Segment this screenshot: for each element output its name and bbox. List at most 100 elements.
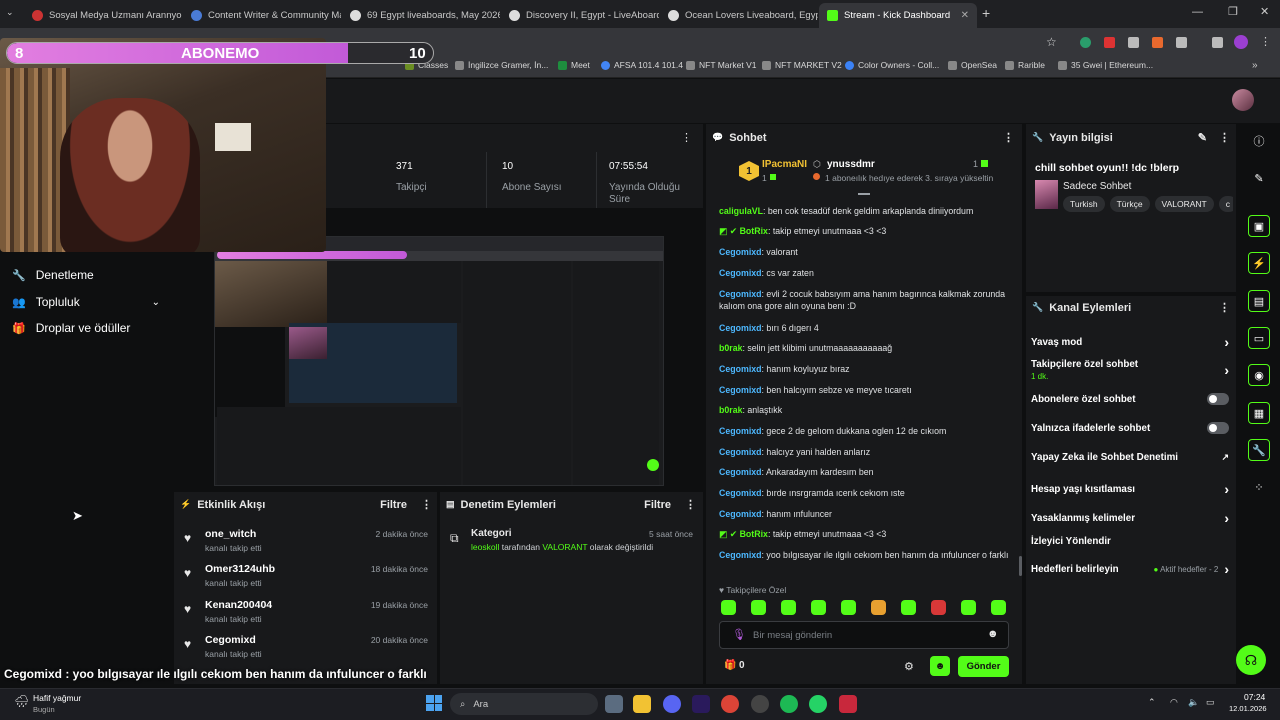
chat-username[interactable]: Cegomixd — [719, 426, 762, 436]
taskbar-search[interactable]: ⌕ Ara — [450, 693, 598, 715]
chat-username[interactable]: Cegomixd — [719, 550, 762, 560]
nav-item-drops[interactable]: 🎁 Droplar ve ödüller — [12, 318, 130, 338]
emote-icon[interactable] — [751, 600, 766, 615]
puzzle-icon[interactable] — [1176, 37, 1187, 48]
chat-username[interactable]: Cegomixd — [719, 385, 762, 395]
new-tab-icon[interactable]: + — [982, 5, 990, 21]
collapse-handle[interactable] — [858, 193, 870, 195]
ai-moderation-row[interactable]: Yapay Zeka ile Sohbet Denetimi ↗ — [1031, 452, 1229, 463]
edit-pencil-icon[interactable]: ✎ — [1248, 167, 1270, 189]
emote-icon[interactable] — [781, 600, 796, 615]
bookmark-item[interactable]: Rarible — [1005, 60, 1045, 70]
chat-icon[interactable]: ▭ — [1248, 327, 1270, 349]
filter-button[interactable]: Filtre — [644, 499, 671, 511]
extension-icon[interactable] — [1104, 37, 1115, 48]
volume-icon[interactable]: 🔈 — [1188, 697, 1199, 708]
camera-icon[interactable]: ▣ — [1248, 215, 1270, 237]
microphone-icon[interactable]: 🎙 — [732, 628, 746, 641]
emote-icon[interactable] — [841, 600, 856, 615]
filter-button[interactable]: Filtre — [380, 499, 407, 511]
tray-chevron-icon[interactable]: ⌃ — [1148, 697, 1156, 708]
tab-list-icon[interactable]: ⌄ — [6, 7, 14, 18]
tag[interactable]: c — [1218, 196, 1233, 212]
browser-tab[interactable]: Discovery II, Egypt - LiveAboard✕ — [501, 3, 659, 28]
chat-username[interactable]: Cegomixd — [719, 323, 762, 333]
chat-username[interactable]: b0rak — [719, 405, 742, 415]
slow-mode-row[interactable]: Yavaş mod › — [1031, 334, 1229, 350]
task-view-icon[interactable] — [605, 695, 623, 713]
windows-start-icon[interactable] — [426, 695, 442, 711]
spotify-icon[interactable] — [780, 695, 798, 713]
broadcast-icon[interactable]: ◉ — [1248, 364, 1270, 386]
chat-username[interactable]: b0rak — [719, 343, 742, 353]
menu-dots-icon[interactable]: ⋮ — [1260, 35, 1271, 48]
browser-tab[interactable]: Content Writer & Community Manager✕ — [183, 3, 341, 28]
restore-icon[interactable]: ❐ — [1228, 5, 1238, 18]
app-icon[interactable] — [839, 695, 857, 713]
extension-icon[interactable] — [1152, 37, 1163, 48]
chat-username[interactable]: BotRix — [740, 226, 768, 236]
chat-username[interactable]: Cegomixd — [719, 488, 762, 498]
chrome-icon[interactable] — [721, 695, 739, 713]
lightning-icon[interactable]: ⚡ — [1248, 252, 1270, 274]
nav-item-moderation[interactable]: 🔧 Denetleme — [12, 265, 94, 285]
tag[interactable]: VALORANT — [1154, 196, 1214, 212]
emote-icon[interactable] — [931, 600, 946, 615]
bookmark-item[interactable]: OpenSea — [948, 60, 997, 70]
stats-menu-icon[interactable]: ⋮ — [681, 131, 692, 144]
emote-icon[interactable] — [721, 600, 736, 615]
more-bookmarks-icon[interactable]: » — [1252, 60, 1258, 71]
browser-tab-active[interactable]: Stream - Kick Dashboard ✕ — [819, 3, 977, 28]
followers-only-row[interactable]: Takipçilere özel sohbet 1 dk. › — [1031, 359, 1229, 381]
emote-icon[interactable] — [961, 600, 976, 615]
bookmark-item[interactable]: 35 Gwei | Ethereum... — [1058, 60, 1153, 70]
minimize-icon[interactable]: — — [1192, 6, 1203, 18]
emote-icon[interactable] — [901, 600, 916, 615]
bookmark-item[interactable]: Meet — [558, 60, 590, 70]
emote-icon[interactable] — [811, 600, 826, 615]
chat-username[interactable]: Cegomixd — [719, 289, 762, 299]
bot-icon[interactable]: ☻ — [930, 656, 950, 676]
layers-icon[interactable]: ▦ — [1248, 402, 1270, 424]
emote-only-toggle[interactable] — [1207, 422, 1229, 434]
raid-row[interactable]: İzleyici Yönlendir — [1031, 536, 1229, 547]
chat-username[interactable]: caligulaVL — [719, 206, 763, 216]
leader-name[interactable]: IPacmaNI — [762, 159, 807, 170]
chat-username[interactable]: Cegomixd — [719, 467, 762, 477]
premiere-icon[interactable] — [692, 695, 710, 713]
subscribers-only-toggle[interactable] — [1207, 393, 1229, 405]
menu-dots-icon[interactable]: ⋮ — [1219, 301, 1230, 314]
document-icon[interactable]: ▤ — [1248, 290, 1270, 312]
category-name[interactable]: Sadece Sohbet — [1063, 181, 1131, 192]
chat-settings-icon[interactable]: ⚙ — [904, 660, 914, 673]
chat-username[interactable]: Cegomixd — [719, 447, 762, 457]
whatsapp-icon[interactable] — [809, 695, 827, 713]
chat-username[interactable]: BotRix — [740, 529, 768, 539]
browser-tab[interactable]: 69 Egypt liveaboards, May 2026✕ — [342, 3, 500, 28]
close-window-icon[interactable]: ✕ — [1260, 5, 1269, 18]
browser-tab[interactable]: Ocean Lovers Liveaboard, Egypt✕ — [660, 3, 818, 28]
menu-dots-icon[interactable]: ⋮ — [685, 498, 696, 511]
chat-username[interactable]: Cegomixd — [719, 364, 762, 374]
support-headset-icon[interactable]: ☊ — [1236, 645, 1266, 675]
chat-username[interactable]: Cegomixd — [719, 509, 762, 519]
leader-name[interactable]: ynussdmr — [827, 159, 875, 170]
menu-dots-icon[interactable]: ⋮ — [1219, 131, 1230, 144]
edit-pencil-icon[interactable]: ✎ — [1198, 131, 1207, 144]
send-button[interactable]: Gönder — [958, 656, 1009, 677]
goals-row[interactable]: Hedefleri belirleyin ● Aktif hedefler - 2… — [1031, 561, 1229, 577]
account-age-row[interactable]: Hesap yaşı kısıtlaması › — [1031, 481, 1229, 497]
app-icon[interactable] — [751, 695, 769, 713]
battery-icon[interactable]: ▭ — [1206, 697, 1215, 708]
menu-dots-icon[interactable]: ⋮ — [421, 498, 432, 511]
wifi-icon[interactable]: ◠ — [1170, 697, 1178, 708]
weather-text[interactable]: Hafif yağmur — [33, 693, 81, 703]
close-tab-icon[interactable]: ✕ — [961, 10, 969, 21]
bookmark-item[interactable]: NFT MARKET V2 — [762, 60, 842, 70]
chat-input-field[interactable]: 🎙 Bir mesaj gönderin ☻ — [719, 621, 1009, 649]
add-widget-icon[interactable]: ⁘ — [1248, 476, 1270, 498]
profile-icon[interactable] — [1234, 35, 1248, 49]
avatar[interactable] — [1232, 89, 1254, 111]
tag[interactable]: Turkish — [1063, 196, 1105, 212]
moderation-user[interactable]: leoskoll — [471, 542, 499, 552]
